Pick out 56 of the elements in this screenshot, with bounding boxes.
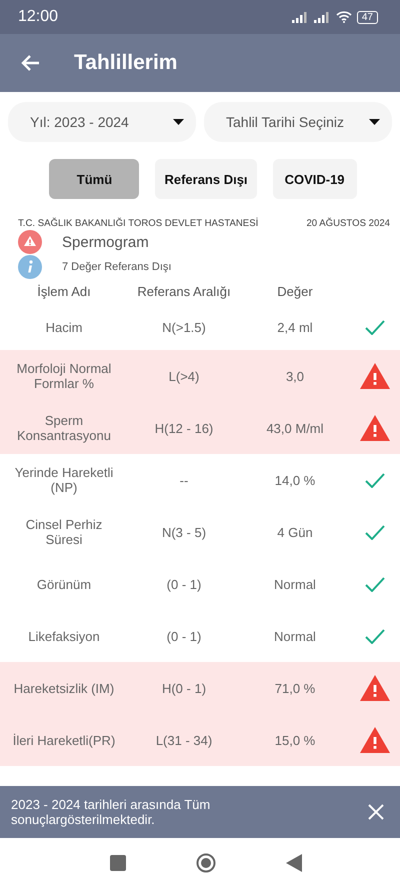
filter-tab[interactable]: Tümü: [49, 159, 140, 199]
table-cell-text: L(>4): [168, 368, 200, 384]
wifi-icon: [336, 11, 352, 23]
table-cell-text: Hacim: [44, 320, 84, 334]
table-cell-text: Normal: [273, 628, 317, 644]
warning-icon: [18, 230, 42, 254]
signal-icon: [292, 12, 309, 22]
column-header: Değer: [276, 284, 314, 298]
table-cell-text: Normal: [273, 576, 317, 592]
caret-icon: [173, 119, 184, 125]
column-header: İşlem Adı: [36, 284, 92, 298]
filter-tab[interactable]: Referans Dışı: [155, 159, 257, 199]
back-nav-icon[interactable]: [286, 854, 302, 872]
table-cell-text: Hareketsizlik (IM): [12, 680, 116, 696]
dropdown[interactable]: Tahlil Tarihi Seçiniz: [204, 102, 392, 142]
table-cell-text: 14,0 %: [274, 472, 316, 488]
table-cell-text: İleri Hareketli(PR): [12, 732, 116, 748]
table-cell-text: Yerinde Hareketli (NP): [14, 465, 114, 495]
table-cell-text: Görünüm: [36, 576, 92, 592]
dropdown[interactable]: Yıl: 2023 - 2024: [8, 102, 196, 142]
info-icon: [18, 255, 42, 279]
table-cell-text: (0 - 1): [166, 576, 202, 592]
table-cell-text: H(12 - 16): [154, 420, 214, 436]
home-nav-icon[interactable]: [196, 853, 216, 873]
report-date: 20 AĞUSTOS 2024: [306, 218, 390, 229]
signal-icon: [314, 12, 331, 22]
table-cell-text: 71,0 %: [274, 680, 316, 696]
table-cell-text: 43,0 M/ml: [265, 420, 325, 436]
table-cell-text: 4 Gün: [276, 524, 314, 540]
table-cell-text: 15,0 %: [274, 732, 316, 748]
table-cell-text: Morfoloji Normal Formlar %: [16, 361, 112, 391]
table-cell-text: --: [178, 472, 190, 488]
table-cell-text: (0 - 1): [166, 628, 202, 644]
close-icon[interactable]: [368, 804, 384, 820]
out-of-range-note: 7 Değer Referans Dışı: [62, 261, 172, 273]
caret-icon: [369, 119, 380, 125]
back-arrow-icon[interactable]: [20, 54, 40, 72]
column-header: Referans Aralığı: [136, 284, 232, 298]
table-cell-text: Sperm Konsantrasyonu: [16, 413, 112, 443]
hospital-name: T.C. SAĞLIK BAKANLIĞI TOROS DEVLET HASTANESİ: [18, 218, 258, 229]
filter-tab[interactable]: COVID-19: [272, 159, 357, 199]
table-cell-text: Cinsel Perhiz Süresi: [24, 517, 104, 547]
table-cell-text: N(3 - 5): [160, 524, 208, 540]
status-time: 12:00: [18, 8, 58, 26]
table-cell-text: N(>1.5): [161, 320, 207, 334]
table-cell-text: 3,0: [284, 368, 306, 384]
test-name: Spermogram: [62, 234, 149, 250]
battery-indicator: 47: [356, 10, 378, 24]
table-cell-text: 2,4 ml: [276, 320, 314, 334]
snackbar-message: 2023 - 2024 tarihleri arasında Tüm sonuçlargösterilmektedir.: [11, 797, 212, 827]
table-cell-text: Likefaksiyon: [27, 628, 101, 644]
table-cell-text: H(0 - 1): [160, 680, 208, 696]
dropdown-value: Tahlil Tarihi Seçiniz: [226, 114, 344, 130]
screen-title: Tahlillerim: [74, 51, 178, 75]
dropdown-value: Yıl: 2023 - 2024: [30, 114, 129, 130]
table-cell-text: L(31 - 34): [154, 732, 214, 748]
